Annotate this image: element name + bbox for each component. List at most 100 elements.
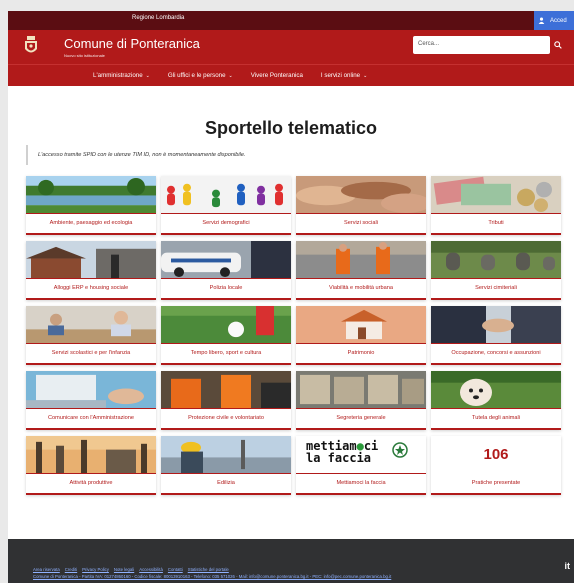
- nav-label: I servizi online: [320, 72, 361, 79]
- nav-item-uffici[interactable]: Gli uffici e le persone ⌄: [159, 65, 242, 86]
- service-label: Attività produttive: [69, 480, 113, 486]
- search-icon: [554, 41, 562, 49]
- service-card-demografici[interactable]: Servizi demografici: [161, 176, 291, 235]
- service-card-segreteria[interactable]: Segreteria generale: [296, 371, 426, 430]
- laptop-photo-icon: [26, 371, 156, 409]
- login-button[interactable]: Acced: [534, 11, 574, 30]
- service-label: Tributi: [488, 220, 504, 226]
- service-card-tributi[interactable]: Tributi: [431, 176, 561, 235]
- site-title[interactable]: Comune di Ponteranica: [64, 36, 200, 51]
- service-label: Patrimonio: [347, 350, 375, 356]
- house-model-photo-icon: [296, 306, 426, 344]
- hands-photo-icon: [296, 176, 426, 214]
- service-card-protezione-civile[interactable]: Protezione civile e volontariato: [161, 371, 291, 430]
- page: Regione Lombardia Acced Comune di Ponter…: [8, 11, 574, 583]
- pratiche-count: 106: [483, 446, 509, 463]
- service-card-comunicare[interactable]: Comunicare con l'Amministrazione: [26, 371, 156, 430]
- service-label: Edilizia: [217, 480, 235, 486]
- footer-link-statistiche[interactable]: Statistiche del portale: [188, 567, 229, 572]
- service-label: Segreteria generale: [336, 415, 386, 421]
- builder-photo-icon: [161, 436, 291, 474]
- service-label: Servizi sociali: [344, 220, 378, 226]
- service-card-patrimonio[interactable]: Patrimonio: [296, 306, 426, 365]
- factory-photo-icon: [26, 436, 156, 474]
- service-label: Tutela degli animali: [472, 415, 520, 421]
- service-label: Servizi scolastici e per l'infanzia: [51, 350, 131, 356]
- search-button[interactable]: [550, 36, 566, 54]
- dog-photo-icon: [431, 371, 561, 409]
- footer-link-note-legali[interactable]: Note legali: [114, 567, 134, 572]
- lake-photo-icon: [26, 176, 156, 214]
- footer-link-privacy[interactable]: Privacy Policy: [82, 567, 109, 572]
- rescuers-photo-icon: [161, 371, 291, 409]
- footer-link-crediti[interactable]: Crediti: [65, 567, 77, 572]
- service-card-attivita-produttive[interactable]: Attività produttive: [26, 436, 156, 495]
- service-label: Pratiche presentate: [471, 480, 521, 486]
- search-input[interactable]: Cerca...: [413, 36, 550, 54]
- service-label: Protezione civile e volontariato: [188, 415, 264, 421]
- footer-link-accessibilita[interactable]: Accessibilità: [139, 567, 163, 572]
- service-card-mettiamoci-la-faccia[interactable]: mettiam●ci la faccia Mettiamoci la faccia: [296, 436, 426, 495]
- main-nav: L'amministrazione ⌄ Gli uffici e le perso…: [8, 64, 574, 86]
- nav-item-vivere[interactable]: Vivere Ponteranica: [242, 65, 312, 86]
- chevron-down-icon: ⌄: [363, 72, 368, 79]
- coat-of-arms-icon: [25, 36, 37, 53]
- service-card-animali[interactable]: Tutela degli animali: [431, 371, 561, 430]
- nav-label: Gli uffici e le persone: [167, 72, 226, 79]
- service-label: Polizia locale: [209, 285, 243, 291]
- service-label: Ambiente, paesaggio ed ecologia: [49, 220, 133, 226]
- handshake-photo-icon: [431, 306, 561, 344]
- classroom-photo-icon: [26, 306, 156, 344]
- top-bar: Regione Lombardia Acced: [8, 11, 574, 30]
- road-works-photo-icon: [296, 241, 426, 279]
- service-card-alloggi[interactable]: Alloggi ERP e housing sociale: [26, 241, 156, 300]
- emblem-icon: [392, 442, 408, 458]
- nav-label: L'amministrazione: [93, 72, 143, 79]
- service-card-cimiteriali[interactable]: Servizi cimiteriali: [431, 241, 561, 300]
- service-label: Servizi demografici: [202, 220, 250, 226]
- footer-links: Area riservata Crediti Privacy Policy No…: [33, 567, 229, 572]
- service-card-sociali[interactable]: Servizi sociali: [296, 176, 426, 235]
- service-label: Servizi cimiteriali: [475, 285, 517, 291]
- service-label: Comunicare con l'Amministrazione: [48, 415, 134, 421]
- service-label: Occupazione, concorsi e assunzioni: [451, 350, 541, 356]
- login-label: Acced: [550, 17, 567, 24]
- service-label: Tempo libero, sport e cultura: [190, 350, 262, 356]
- service-card-edilizia[interactable]: Edilizia: [161, 436, 291, 495]
- nav-item-amministrazione[interactable]: L'amministrazione ⌄: [84, 65, 159, 86]
- notice-text: L'accesso tramite SPID con le utenze TIM…: [26, 145, 556, 165]
- archive-photo-icon: [296, 371, 426, 409]
- service-card-ambiente[interactable]: Ambiente, paesaggio ed ecologia: [26, 176, 156, 235]
- language-tag: it: [564, 561, 571, 571]
- service-label: Alloggi ERP e housing sociale: [53, 285, 129, 291]
- houses-photo-icon: [26, 241, 156, 279]
- user-icon: [538, 17, 545, 24]
- service-card-tempo-libero[interactable]: Tempo libero, sport e cultura: [161, 306, 291, 365]
- service-card-pratiche-presentate[interactable]: 106 Pratiche presentate: [431, 436, 561, 495]
- chevron-down-icon: ⌄: [228, 72, 233, 79]
- page-title: Sportello telematico: [204, 118, 378, 138]
- search-placeholder: Cerca...: [418, 41, 440, 47]
- people-figures-photo-icon: [161, 176, 291, 214]
- footer-contact-info[interactable]: Comune di Ponteranica - Partita IVA: 012…: [33, 574, 391, 579]
- nav-item-servizi-online[interactable]: I servizi online ⌄: [312, 65, 376, 86]
- footer-link-contatti[interactable]: Contatti: [168, 567, 183, 572]
- site-footer: Area riservata Crediti Privacy Policy No…: [8, 539, 574, 583]
- service-label: Mettiamoci la faccia: [336, 480, 386, 486]
- mettiamoci-logo-icon: mettiam●ci la faccia: [296, 436, 426, 474]
- chevron-down-icon: ⌄: [145, 72, 150, 79]
- region-link[interactable]: Regione Lombardia: [132, 15, 184, 21]
- euro-money-photo-icon: [431, 176, 561, 214]
- cemetery-photo-icon: [431, 241, 561, 279]
- service-card-polizia[interactable]: Polizia locale: [161, 241, 291, 300]
- service-card-occupazione[interactable]: Occupazione, concorsi e assunzioni: [431, 306, 561, 365]
- service-card-viabilita[interactable]: Viabilità e mobilità urbana: [296, 241, 426, 300]
- nav-label: Vivere Ponteranica: [250, 72, 303, 79]
- service-card-scolastici[interactable]: Servizi scolastici e per l'infanzia: [26, 306, 156, 365]
- service-label: Viabilità e mobilità urbana: [329, 285, 393, 291]
- site-subtitle: Nuovo sito istituzionale: [64, 53, 105, 58]
- police-car-photo-icon: [161, 241, 291, 279]
- football-photo-icon: [161, 306, 291, 344]
- footer-link-area-riservata[interactable]: Area riservata: [33, 567, 60, 572]
- site-header: Comune di Ponteranica Nuovo sito istituz…: [8, 30, 574, 64]
